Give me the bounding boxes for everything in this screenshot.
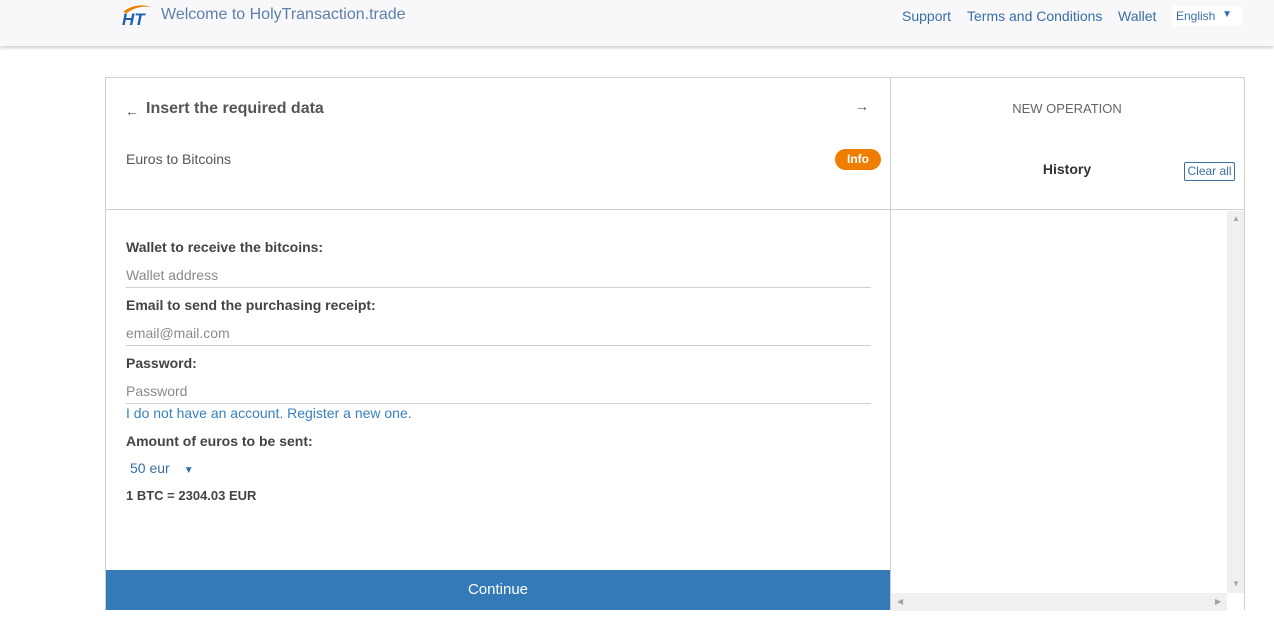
vertical-scrollbar[interactable]: ▲ ▼ [1227, 211, 1244, 593]
nav-support-link[interactable]: Support [902, 8, 951, 24]
scroll-up-icon[interactable]: ▲ [1232, 214, 1240, 223]
amount-select[interactable]: 50 eur ▼ [130, 460, 194, 476]
amount-label: Amount of euros to be sent: [126, 433, 313, 449]
continue-button[interactable]: Continue [106, 570, 890, 610]
info-button[interactable]: Info [835, 149, 881, 170]
language-selected: English [1176, 9, 1216, 23]
back-arrow-icon[interactable]: ← [125, 103, 139, 119]
nav-terms-link[interactable]: Terms and Conditions [967, 8, 1102, 24]
history-header: NEW OPERATION History Clear all [890, 78, 1244, 210]
email-input[interactable] [126, 320, 871, 346]
wallet-label: Wallet to receive the bitcoins: [126, 239, 324, 255]
scroll-left-icon[interactable]: ◀ [897, 597, 903, 606]
exchange-rate: 1 BTC = 2304.03 EUR [126, 488, 257, 503]
scroll-down-icon[interactable]: ▼ [1232, 579, 1240, 588]
password-input[interactable] [126, 378, 871, 404]
register-link[interactable]: I do not have an account. Register a new… [126, 405, 412, 421]
operation-header: ← Insert the required data → Euros to Bi… [106, 78, 890, 210]
top-navbar: HT Welcome to HolyTransaction.trade Supp… [0, 0, 1274, 46]
nav-wallet-link[interactable]: Wallet [1118, 8, 1156, 24]
horizontal-scrollbar[interactable]: ◀ ▶ [891, 593, 1227, 611]
amount-selected: 50 eur [130, 460, 170, 476]
chevron-down-icon: ▼ [1222, 9, 1232, 20]
scroll-right-icon[interactable]: ▶ [1215, 597, 1221, 606]
forward-arrow-icon[interactable]: → [855, 98, 869, 114]
panel-title: Insert the required data [146, 100, 324, 117]
language-select[interactable]: English ▼ [1172, 6, 1242, 26]
svg-text:HT: HT [122, 10, 146, 29]
password-label: Password: [126, 355, 197, 371]
email-label: Email to send the purchasing receipt: [126, 297, 376, 313]
new-operation-button[interactable]: NEW OPERATION [890, 101, 1244, 116]
history-panel: NEW OPERATION History Clear all ▲ ▼ ◀ ▶ [890, 77, 1245, 611]
clear-all-button[interactable]: Clear all [1184, 162, 1235, 181]
wallet-address-input[interactable] [126, 262, 871, 288]
holytransaction-logo-icon[interactable]: HT [119, 3, 155, 29]
operation-type: Euros to Bitcoins [126, 151, 232, 167]
chevron-down-icon: ▼ [183, 465, 194, 476]
site-title: Welcome to HolyTransaction.trade [161, 6, 406, 23]
